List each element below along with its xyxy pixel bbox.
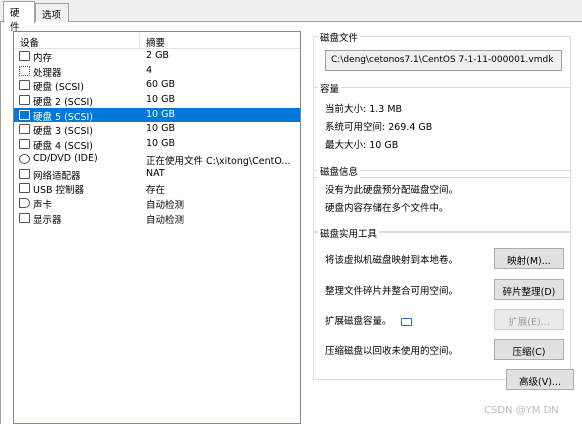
column-divider	[139, 34, 140, 47]
cd-icon	[19, 153, 30, 164]
device-summary: 10 GB	[146, 94, 175, 106]
device-list-header: 设备 摘要	[14, 32, 300, 49]
device-summary: 自动检测	[146, 214, 185, 226]
defrag-button[interactable]: 碎片整理(D)	[494, 279, 564, 300]
device-summary: 4	[146, 64, 153, 76]
device-row[interactable]: 硬盘 2 (SCSI) 10 GB	[14, 93, 300, 108]
map-description: 将该虚拟机磁盘映射到本地卷。	[325, 255, 459, 266]
device-row[interactable]: 处理器 4	[14, 64, 300, 79]
disk-file-group: 磁盘文件 C:\deng\cetonos7.1\CentOS 7-1-11-00…	[313, 30, 571, 88]
capacity-title: 容量	[318, 81, 342, 95]
device-summary: NAT	[146, 167, 165, 179]
expand-description: 扩展磁盘容量。	[325, 316, 392, 327]
device-name: 硬盘 2 (SCSI)	[33, 97, 93, 109]
device-summary: 10 GB	[146, 108, 175, 120]
cpu-icon	[19, 65, 30, 76]
disk-info-group: 磁盘信息 没有为此硬盘预分配磁盘空间。 硬盘内容存储在多个文件中。	[313, 164, 571, 232]
device-name: USB 控制器	[33, 185, 85, 197]
device-row[interactable]: 网络适配器 NAT	[14, 167, 300, 182]
device-summary: 60 GB	[146, 79, 175, 91]
device-row[interactable]: CD/DVD (IDE) 正在使用文件 C:\xitong\CentO...	[14, 152, 300, 167]
disk-utilities-title: 磁盘实用工具	[318, 226, 380, 240]
device-summary: 2 GB	[146, 50, 169, 61]
expand-button[interactable]: 扩展(E)...	[494, 309, 564, 330]
disk-icon	[19, 139, 30, 150]
device-row[interactable]: 声卡 自动检测	[14, 196, 300, 211]
watermark-text: CSDN @YM DN	[484, 405, 559, 416]
device-row[interactable]: 硬盘 3 (SCSI) 10 GB	[14, 122, 300, 137]
column-header-device[interactable]: 设备	[20, 35, 39, 49]
advanced-button[interactable]: 高级(V)...	[506, 369, 574, 390]
compact-button[interactable]: 压缩(C)	[494, 339, 564, 360]
map-button[interactable]: 映射(M)...	[494, 248, 564, 269]
device-name: 硬盘 5 (SCSI)	[33, 111, 93, 123]
disk-file-title: 磁盘文件	[318, 30, 361, 44]
disk-icon	[19, 80, 30, 91]
column-header-summary[interactable]: 摘要	[146, 35, 165, 49]
device-row[interactable]: 显示器 自动检测	[14, 211, 300, 226]
device-row[interactable]: 硬盘 5 (SCSI) 10 GB	[14, 107, 300, 123]
device-name: 网络适配器	[33, 170, 81, 182]
disk-icon	[19, 124, 30, 135]
device-name: 硬盘 (SCSI)	[33, 82, 84, 94]
device-name: 硬盘 4 (SCSI)	[33, 141, 93, 153]
device-summary: 自动检测	[146, 199, 185, 211]
network-icon	[19, 168, 30, 179]
device-summary: 正在使用文件 C:\xitong\CentO...	[146, 155, 291, 167]
speaker-icon	[19, 197, 30, 208]
device-summary: 存在	[146, 185, 166, 197]
disk-utilities-group: 磁盘实用工具 将该虚拟机磁盘映射到本地卷。 映射(M)... 整理文件碎片并整合…	[313, 226, 571, 380]
device-row[interactable]: USB 控制器 存在	[14, 181, 300, 196]
device-rows: 内存 2 GB 处理器 4 硬盘 (SCSI) 60 GB 硬盘 2 (SCSI) 10 GB…	[14, 49, 300, 226]
current-size-text: 当前大小: 1.3 MB	[325, 104, 403, 115]
tab-bar: 硬件 选项	[0, 0, 582, 33]
usb-icon	[19, 183, 30, 194]
device-summary: 10 GB	[146, 138, 175, 150]
device-name: 硬盘 3 (SCSI)	[33, 126, 93, 138]
max-size-text: 最大大小: 10 GB	[325, 140, 399, 151]
disk-icon	[19, 109, 30, 120]
tab-options[interactable]: 选项	[35, 3, 69, 22]
disk-info-line-2: 硬盘内容存储在多个文件中。	[325, 203, 449, 214]
device-name: 声卡	[33, 199, 53, 211]
disk-info-line-1: 没有为此硬盘预分配磁盘空间。	[325, 185, 459, 196]
tab-hardware[interactable]: 硬件	[3, 1, 35, 33]
info-icon[interactable]	[401, 318, 412, 326]
compact-description: 压缩磁盘以回收未使用的空间。	[325, 346, 459, 357]
disk-file-path-field[interactable]: C:\deng\cetonos7.1\CentOS 7-1-11-000001.…	[325, 50, 562, 71]
device-name: 内存	[33, 53, 53, 64]
device-row[interactable]: 硬盘 (SCSI) 60 GB	[14, 78, 300, 93]
device-name: 显示器	[33, 214, 62, 226]
device-list[interactable]: 设备 摘要 内存 2 GB 处理器 4 硬盘 (SCSI) 60 GB 硬盘 2 (SCSI…	[13, 31, 301, 424]
device-row[interactable]: 内存 2 GB	[14, 49, 300, 64]
device-summary: 10 GB	[146, 123, 175, 135]
defrag-description: 整理文件碎片并整合可用空间。	[325, 286, 459, 297]
disk-info-title: 磁盘信息	[318, 164, 361, 178]
hardware-panel: 设备 摘要 内存 2 GB 处理器 4 硬盘 (SCSI) 60 GB 硬盘 2 (SCSI…	[0, 22, 582, 424]
device-name: CD/DVD (IDE)	[33, 152, 98, 164]
device-row[interactable]: 硬盘 4 (SCSI) 10 GB	[14, 137, 300, 152]
disk-icon	[19, 95, 30, 106]
device-name: 处理器	[33, 67, 62, 79]
memory-icon	[19, 51, 30, 61]
system-free-text: 系统可用空间: 269.4 GB	[325, 122, 433, 133]
monitor-icon	[19, 212, 30, 223]
